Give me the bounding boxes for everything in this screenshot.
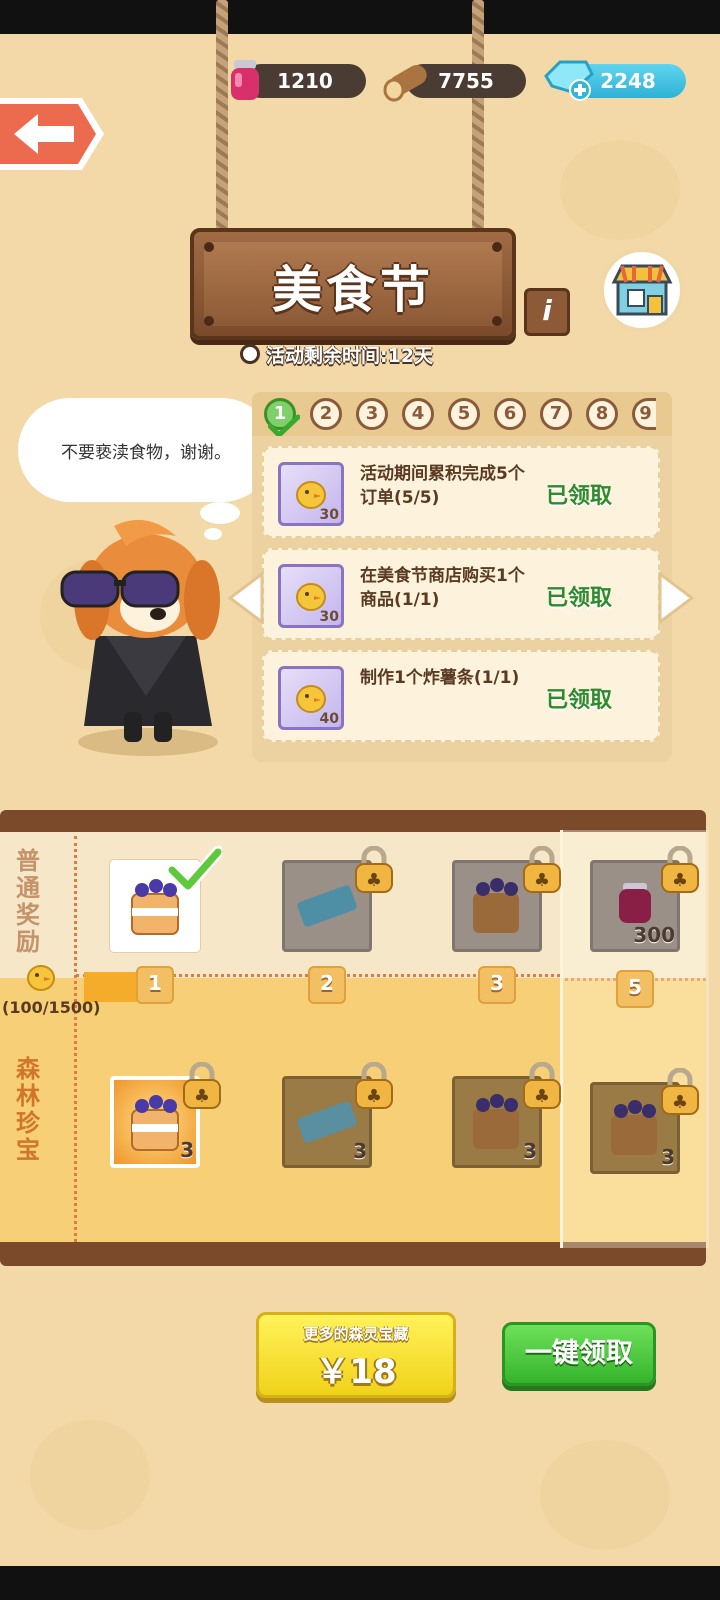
lock-icon: ♣ bbox=[183, 1062, 221, 1109]
lock-icon: ♣ bbox=[523, 1062, 561, 1109]
svg-text:♣: ♣ bbox=[672, 1092, 688, 1113]
wood-count: 7755 bbox=[438, 69, 494, 93]
tab-5[interactable]: 5 bbox=[448, 398, 480, 430]
shop-icon bbox=[611, 264, 673, 316]
chick-token-thumbnail: 30 bbox=[278, 564, 344, 628]
next-page-button[interactable] bbox=[656, 572, 696, 624]
clock-icon bbox=[240, 344, 260, 364]
level-marker-5: 5 bbox=[616, 970, 654, 1008]
level-marker-1: 1 bbox=[136, 966, 174, 1004]
svg-text:♣: ♣ bbox=[534, 870, 550, 891]
event-title-board: 美食节 bbox=[190, 228, 516, 340]
background-blob bbox=[540, 1440, 670, 1550]
tab-2[interactable]: 2 bbox=[310, 398, 342, 430]
svg-text:♣: ♣ bbox=[194, 1086, 210, 1107]
bottom-nav-bar bbox=[0, 1566, 720, 1600]
reward-qty: 3 bbox=[523, 1139, 537, 1163]
dog-character bbox=[60, 519, 220, 756]
lock-icon: ♣ bbox=[523, 846, 561, 893]
tab-6[interactable]: 6 bbox=[494, 398, 526, 430]
task-card: 40 制作1个炸薯条(1/1) 已领取 bbox=[262, 650, 660, 742]
jam-jar-icon bbox=[231, 60, 259, 100]
npc-speech: 不要亵渎食物，谢谢。 bbox=[61, 442, 231, 463]
wood-log-icon bbox=[383, 65, 427, 102]
chick-token-thumbnail: 40 bbox=[278, 666, 344, 730]
task-status: 已领取 bbox=[546, 484, 613, 509]
tab-7[interactable]: 7 bbox=[540, 398, 572, 430]
buy-premium-button[interactable]: 更多的森灵宝藏 ￥18 bbox=[256, 1312, 456, 1398]
jam-counter: 1210 bbox=[244, 64, 366, 98]
svg-text:♣: ♣ bbox=[672, 870, 688, 891]
top-status-bar bbox=[0, 0, 720, 34]
task-status: 已领取 bbox=[546, 586, 613, 611]
task-description: 制作1个炸薯条(1/1) bbox=[360, 668, 520, 688]
task-card: 30 活动期间累积完成5个订单(5/5) 已领取 bbox=[262, 446, 660, 538]
claimed-check-icon bbox=[168, 846, 222, 892]
level-marker-3: 3 bbox=[478, 966, 516, 1004]
back-button[interactable] bbox=[0, 96, 106, 172]
rope-left bbox=[216, 0, 228, 232]
progress-text: (100/1500) bbox=[2, 998, 101, 1017]
gem-count: 2248 bbox=[600, 69, 656, 93]
svg-text:♣: ♣ bbox=[366, 1086, 382, 1107]
speech-bubble: 不要亵渎食物，谢谢。 bbox=[18, 398, 274, 502]
event-timer: 活动剩余时间:12天 bbox=[240, 340, 433, 368]
svg-text:♣: ♣ bbox=[366, 870, 382, 891]
reward-qty: 300 bbox=[633, 923, 675, 947]
jam-count: 1210 bbox=[277, 69, 333, 93]
normal-reward-label: 普通奖励 bbox=[16, 847, 40, 956]
level-marker-2: 2 bbox=[308, 966, 346, 1004]
background-blob bbox=[560, 140, 680, 240]
tab-4[interactable]: 4 bbox=[402, 398, 434, 430]
divider bbox=[74, 836, 77, 1242]
task-card: 30 在美食节商店购买1个商品(1/1) 已领取 bbox=[262, 548, 660, 640]
svg-text:♣: ♣ bbox=[534, 1086, 550, 1107]
reward-qty: 3 bbox=[353, 1139, 367, 1163]
shop-button[interactable] bbox=[600, 248, 684, 332]
tab-8[interactable]: 8 bbox=[586, 398, 618, 430]
chick-token-icon bbox=[27, 965, 55, 991]
task-reward: 30 bbox=[319, 507, 339, 523]
prev-page-button[interactable] bbox=[226, 572, 266, 624]
lock-icon: ♣ bbox=[661, 846, 699, 893]
rope-right bbox=[472, 0, 484, 232]
lock-icon: ♣ bbox=[661, 1068, 699, 1115]
task-description: 活动期间累积完成5个订单(5/5) bbox=[360, 464, 525, 508]
buy-price: ￥18 bbox=[315, 1352, 397, 1392]
buy-subtitle: 更多的森灵宝藏 bbox=[303, 1325, 409, 1343]
background-blob bbox=[30, 1420, 150, 1530]
task-reward: 30 bbox=[319, 609, 339, 625]
premium-reward-label: 森林珍宝 bbox=[16, 1055, 40, 1164]
gem-icon[interactable] bbox=[542, 56, 594, 102]
event-title: 美食节 bbox=[272, 261, 434, 319]
task-status: 已领取 bbox=[546, 688, 613, 713]
lock-icon: ♣ bbox=[355, 1062, 393, 1109]
reward-qty: 3 bbox=[661, 1145, 675, 1169]
chick-token-thumbnail: 30 bbox=[278, 462, 344, 526]
info-button[interactable]: i bbox=[524, 288, 570, 336]
claim-all-button[interactable]: 一键领取 bbox=[502, 1322, 656, 1386]
tab-3[interactable]: 3 bbox=[356, 398, 388, 430]
task-reward: 40 bbox=[319, 711, 339, 727]
check-icon bbox=[268, 414, 300, 438]
lock-icon: ♣ bbox=[355, 846, 393, 893]
task-description: 在美食节商店购买1个商品(1/1) bbox=[360, 566, 525, 610]
timer-text: 活动剩余时间:12天 bbox=[266, 344, 434, 367]
tab-9[interactable]: 9 bbox=[632, 398, 656, 430]
reward-qty: 3 bbox=[180, 1138, 194, 1162]
game-screen: { "resources": { "jam": "1210", "wood": … bbox=[0, 0, 720, 1600]
